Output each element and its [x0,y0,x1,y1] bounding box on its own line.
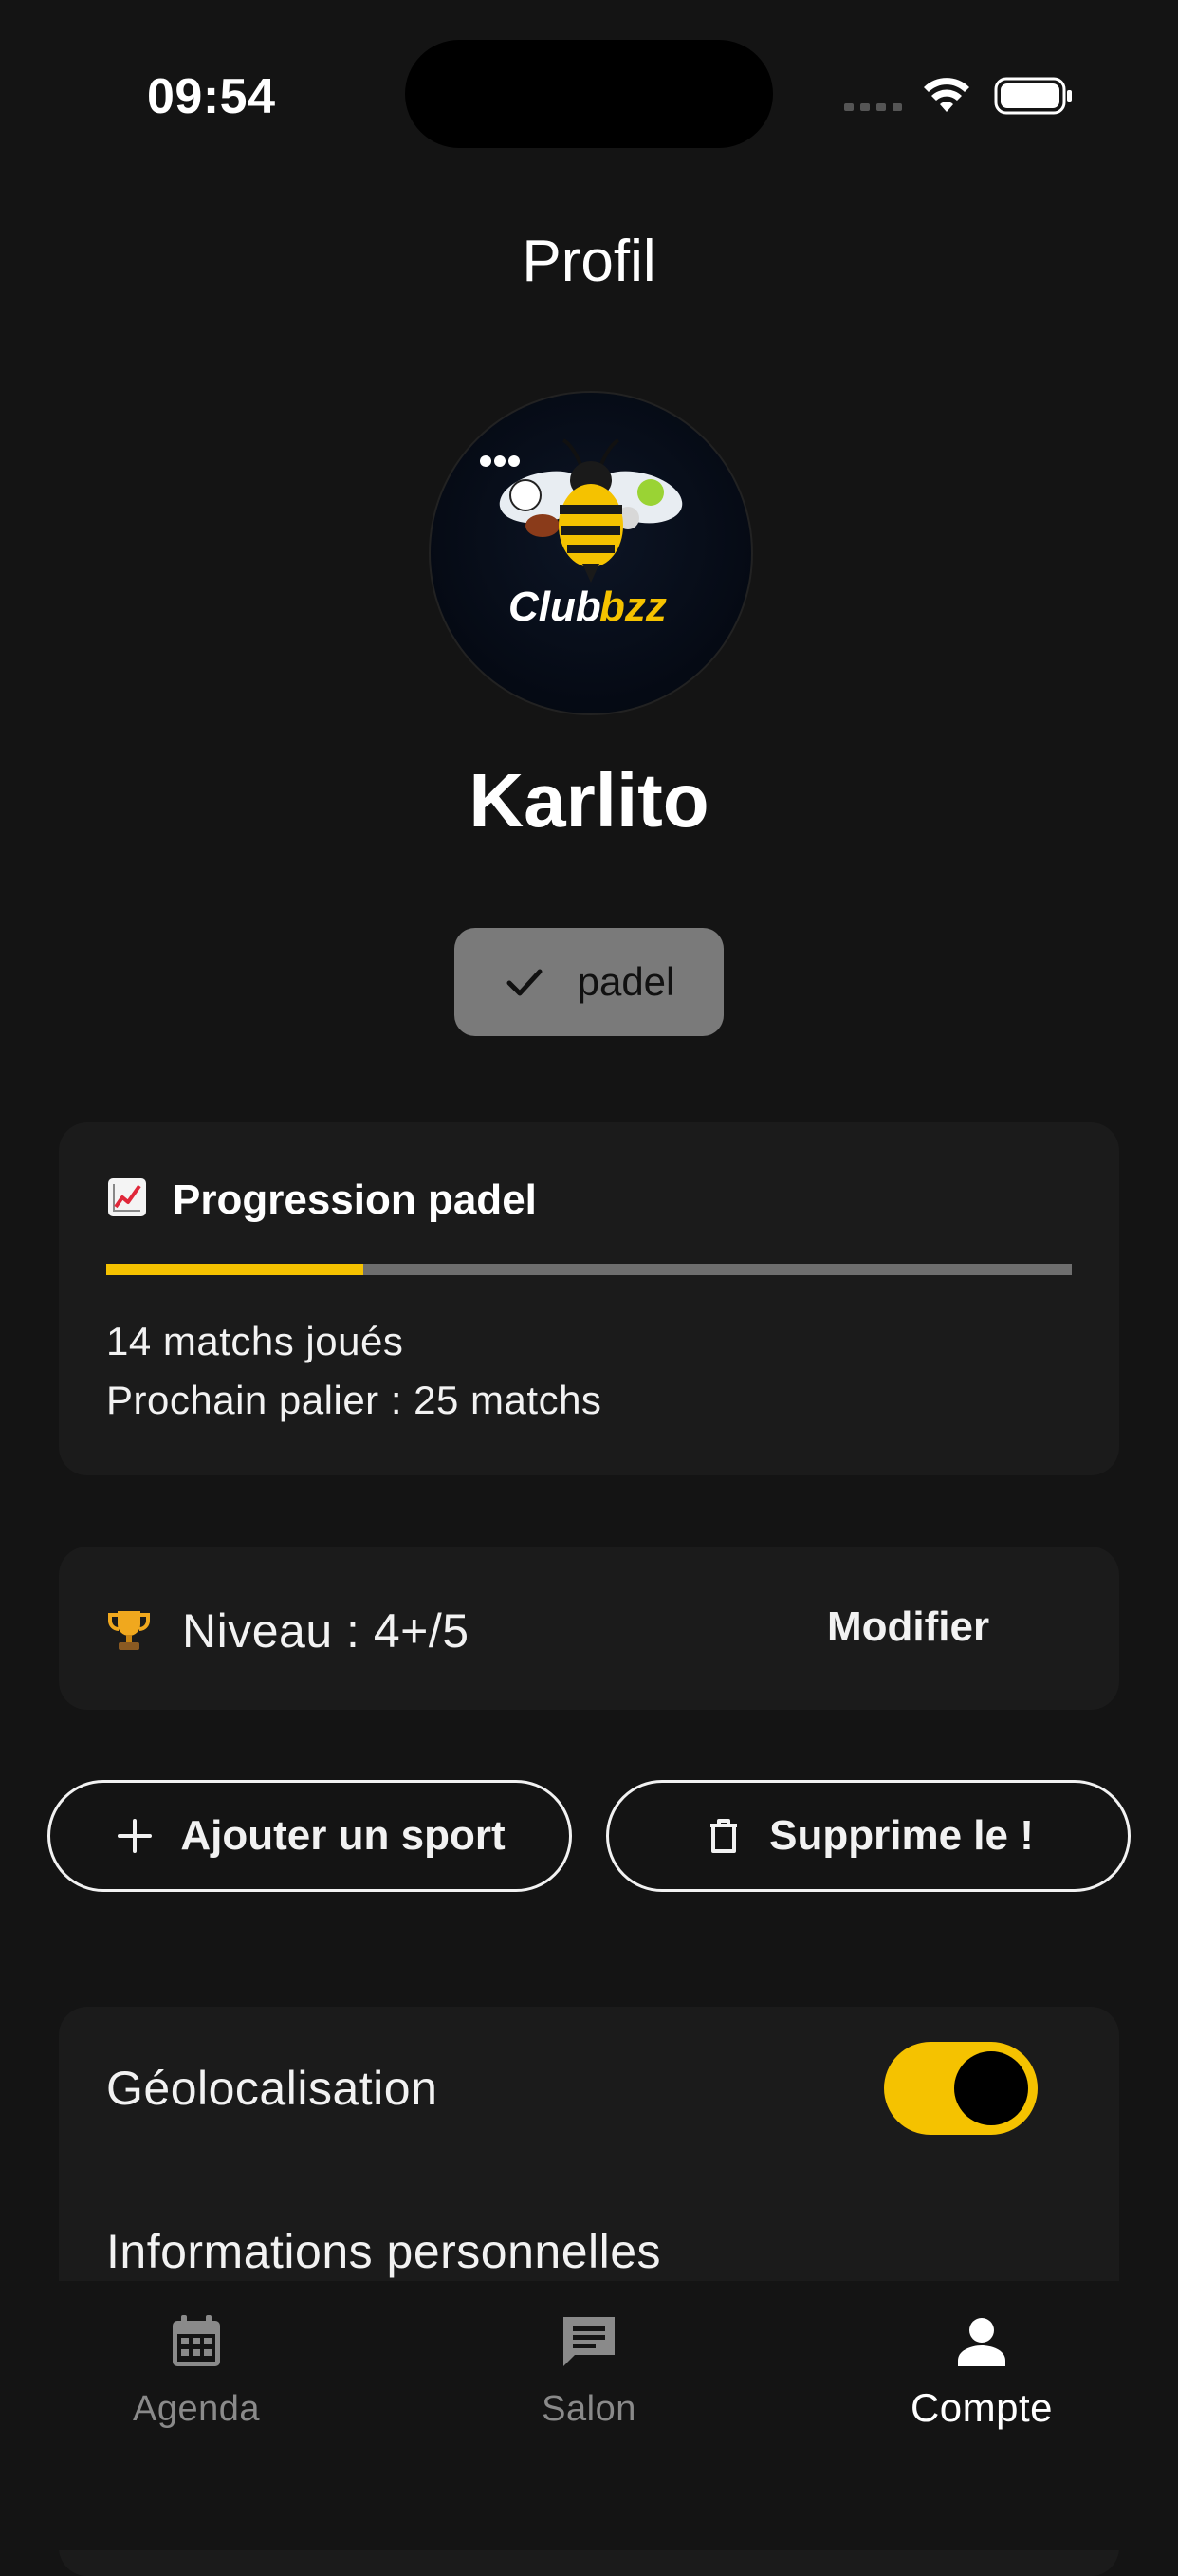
chart-increasing-icon [108,1178,146,1216]
trash-icon [710,1819,738,1853]
toggle-knob [954,2051,1028,2125]
level-text: Niveau : 4+/5 [182,1604,469,1658]
checkmark-icon [506,969,543,996]
next-tier-text: Prochain palier : 25 matchs [106,1378,602,1422]
person-icon [958,2318,1005,2366]
cellular-signal-icon [844,103,902,111]
matches-played-text: 14 matchs joués [106,1319,404,1363]
tab-salon-label: Salon [542,2389,636,2429]
logo-text-accent: bzz [599,584,667,630]
trophy-icon [108,1611,150,1650]
tab-agenda[interactable]: Agenda [54,2296,339,2430]
add-sport-button[interactable]: Ajouter un sport [47,1780,572,1892]
calendar-icon [173,2315,220,2366]
battery-icon [994,77,1072,115]
tab-compte[interactable]: Compte [839,2296,1124,2431]
page-title: Profil [522,229,656,294]
user-name: Karlito [469,758,709,843]
wifi-icon [924,78,969,112]
modify-level-button[interactable]: Modifier [827,1603,989,1651]
geolocation-toggle[interactable] [884,2042,1038,2135]
plus-icon [118,1819,153,1853]
delete-sport-button[interactable]: Supprime le ! [606,1780,1131,1892]
status-time: 09:54 [147,69,276,124]
tab-compte-label: Compte [910,2385,1054,2430]
progress-title: Progression padel [173,1177,537,1223]
clubbzz-logo: Club bzz [480,438,683,630]
logo-text-main: Club [508,584,601,630]
chat-icon [563,2317,615,2366]
tab-salon[interactable]: Salon [447,2296,731,2430]
tab-agenda-label: Agenda [132,2389,260,2429]
avatar[interactable]: Club bzz [429,391,753,715]
sport-chip-label: padel [577,959,675,1004]
dynamic-island [405,40,773,148]
add-sport-label: Ajouter un sport [180,1812,506,1859]
personal-info-item[interactable]: Informations personnelles [106,2224,661,2279]
geolocation-label: Géolocalisation [106,2062,438,2115]
sport-chip-padel[interactable]: padel [454,928,724,1036]
progress-bar-fill [106,1264,363,1275]
delete-sport-label: Supprime le ! [769,1812,1034,1859]
